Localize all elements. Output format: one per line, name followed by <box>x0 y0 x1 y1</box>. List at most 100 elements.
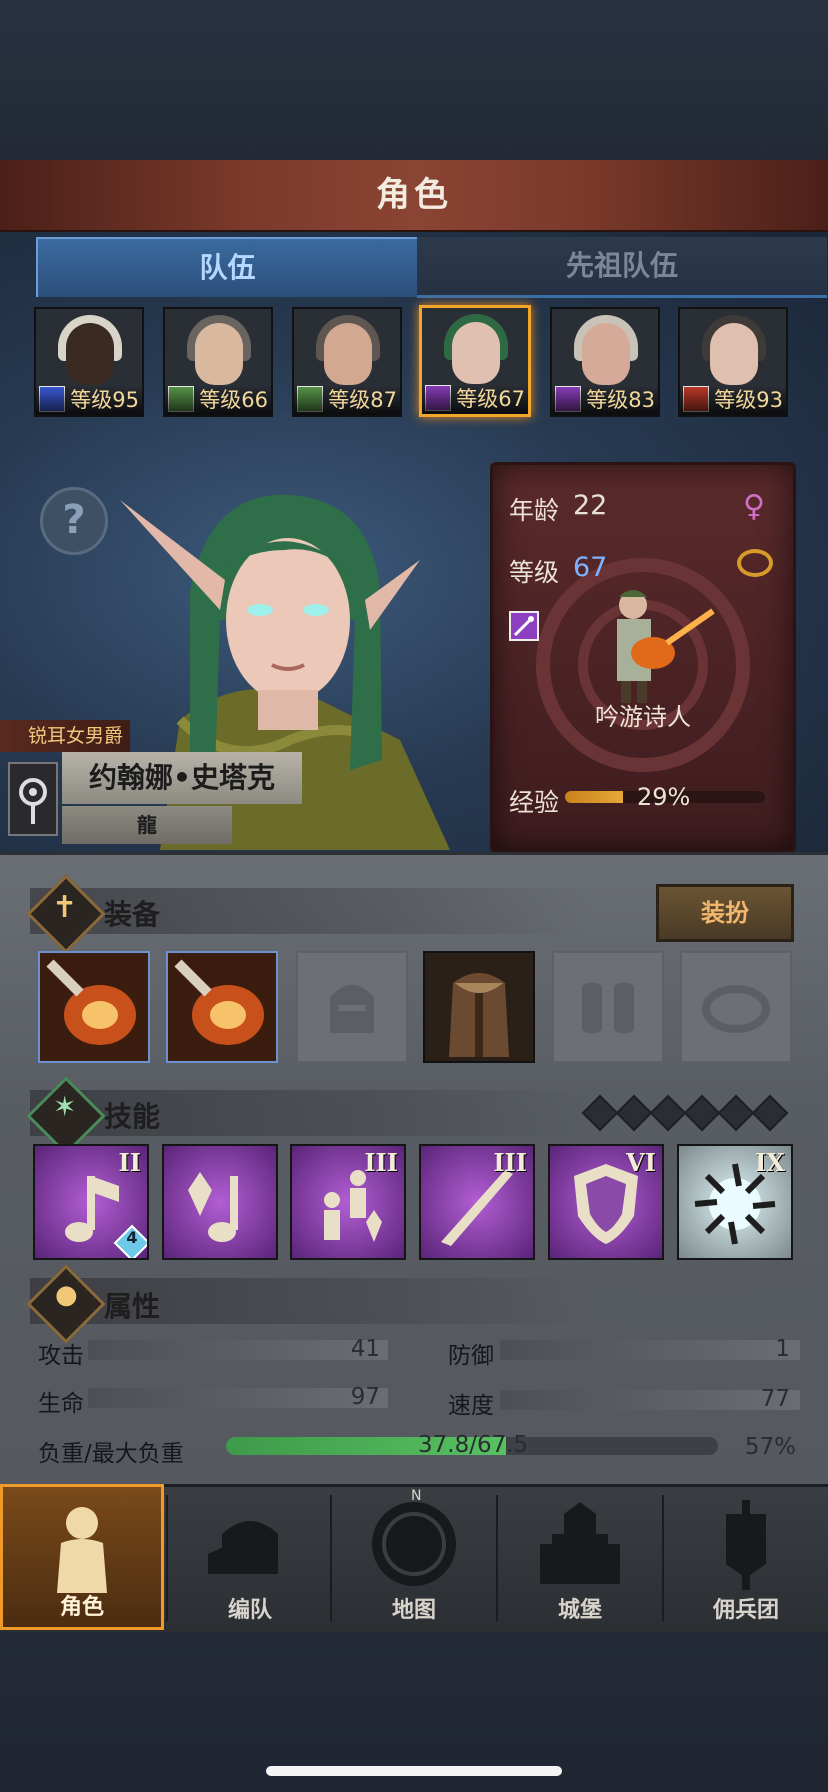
help-button[interactable]: ? <box>40 487 108 555</box>
rings-icon <box>737 549 773 577</box>
equip-slot-ring[interactable] <box>680 951 792 1063</box>
attack-label: 攻击 <box>38 1343 84 1369</box>
defense-value: 1 <box>775 1336 790 1362</box>
roster-member[interactable]: 等级66 <box>163 307 273 417</box>
helmet-group-icon <box>208 1521 278 1574</box>
nav-label: 地图 <box>391 1598 436 1623</box>
load-percent: 57% <box>744 1434 796 1460</box>
compass-map-icon: N <box>372 1488 456 1586</box>
speed-label: 速度 <box>448 1393 494 1419</box>
hp-value: 97 <box>350 1384 380 1410</box>
nav-label: 城堡 <box>557 1598 602 1623</box>
exp-bar-fill <box>565 791 623 803</box>
skill-badge-count: 4 <box>126 1228 138 1247</box>
level-label: 等级87 <box>294 385 400 415</box>
nav-mercenary[interactable]: 佣兵团 <box>664 1484 828 1630</box>
faction-banner-icon <box>8 762 58 836</box>
level-label: 等级66 <box>165 385 271 415</box>
bard-figure <box>617 590 715 703</box>
flaming-lute-icon <box>168 953 276 1061</box>
level-label: 等级 <box>509 558 560 587</box>
equip-slot-gloves[interactable] <box>552 951 664 1063</box>
gauntlets-icon <box>582 983 634 1033</box>
skill-slot[interactable]: II 4 <box>33 1144 149 1260</box>
female-icon: ♀ <box>743 489 765 524</box>
portrait-face <box>710 323 758 385</box>
class-name: 吟游诗人 <box>595 703 691 731</box>
knight-icon <box>57 1507 107 1593</box>
skill-slot[interactable]: III <box>290 1144 406 1260</box>
portrait-face <box>66 323 114 385</box>
bard-class-icon <box>509 611 539 641</box>
coat-armor-icon <box>449 973 509 1057</box>
level-label: 等级83 <box>552 385 658 415</box>
home-indicator[interactable] <box>266 1766 562 1776</box>
character-title: 锐耳女男爵 <box>0 720 130 752</box>
level-label: 等级67 <box>422 384 528 414</box>
equip-slot-offhand[interactable] <box>166 951 278 1063</box>
ring-icon <box>702 985 770 1033</box>
skill-slot[interactable]: VI <box>548 1144 664 1260</box>
portrait-face <box>452 322 500 384</box>
crystal-note-icon <box>188 1172 238 1242</box>
portrait-face <box>582 323 630 385</box>
attack-value: 41 <box>350 1336 380 1362</box>
hp-label: 生命 <box>38 1391 84 1417</box>
roster-member[interactable]: 等级83 <box>550 307 660 417</box>
character-faction: 龍 <box>62 806 232 844</box>
tab-ancestor-team[interactable]: 先祖队伍 <box>417 237 827 298</box>
load-value: 37.8/67.5 <box>418 1432 529 1458</box>
roster-member-selected[interactable]: 等级67 <box>419 305 531 417</box>
equip-slot-helmet[interactable] <box>296 951 408 1063</box>
skill-rank: III <box>493 1148 527 1177</box>
star-glyph-icon: ✶ <box>53 1090 77 1123</box>
roster-member[interactable]: 等级95 <box>34 307 144 417</box>
tab-team[interactable]: 队伍 <box>36 237 419 297</box>
exp-percent: 29% <box>637 783 691 811</box>
age-label: 年龄 <box>509 496 560 525</box>
helmet-icon <box>330 985 374 1033</box>
nav-label: 佣兵团 <box>712 1598 779 1623</box>
skills-title: 技能 <box>104 1100 161 1133</box>
skill-slot[interactable]: IX <box>677 1144 793 1260</box>
dagger-glyph-icon: ✝ <box>52 890 78 925</box>
equip-slot-armor[interactable] <box>423 951 535 1063</box>
nav-formation[interactable]: 编队 <box>168 1484 332 1630</box>
nav-label: 角色 <box>59 1595 104 1620</box>
character-info-card: 年龄 22 ♀ 等级 67 吟游诗人 经验 29% <box>490 462 796 853</box>
nav-castle[interactable]: 城堡 <box>498 1484 662 1630</box>
nav-character[interactable]: 角色 <box>0 1484 164 1630</box>
skill-rank: IX <box>755 1148 785 1177</box>
level-value: 67 <box>573 552 608 583</box>
top-background <box>0 0 828 160</box>
page-title: 角色 <box>376 175 452 215</box>
exp-label: 经验 <box>509 788 560 817</box>
equipment-title: 装备 <box>104 898 161 931</box>
attributes-title: 属性 <box>104 1290 161 1323</box>
skill-rank: VI <box>626 1148 656 1177</box>
flaming-lute-icon <box>40 953 148 1061</box>
portrait-face <box>195 323 243 385</box>
level-label: 等级93 <box>680 385 786 415</box>
equip-slot-weapon[interactable] <box>38 951 150 1063</box>
age-value: 22 <box>573 490 608 521</box>
level-label: 等级95 <box>36 385 142 415</box>
person-glyph-icon: ● <box>55 1280 78 1310</box>
load-label: 负重/最大负重 <box>38 1441 184 1467</box>
svg-text:N: N <box>411 1488 421 1504</box>
outfit-button[interactable]: 装扮 <box>656 884 794 942</box>
skill-rank: III <box>364 1148 398 1177</box>
portrait-face <box>324 323 372 385</box>
roster-member[interactable]: 等级93 <box>678 307 788 417</box>
castle-icon <box>540 1502 620 1584</box>
roster-member[interactable]: 等级87 <box>292 307 402 417</box>
skill-slot[interactable]: III <box>419 1144 535 1260</box>
skill-slot[interactable] <box>162 1144 278 1260</box>
speed-value: 77 <box>760 1386 790 1412</box>
banner-sword-icon <box>726 1500 766 1590</box>
character-name: 约翰娜•史塔克 <box>62 752 302 804</box>
skill-rank: II <box>118 1148 141 1177</box>
nav-map[interactable]: N 地图 <box>332 1484 496 1630</box>
nav-label: 编队 <box>227 1598 272 1623</box>
defense-label: 防御 <box>448 1343 494 1369</box>
